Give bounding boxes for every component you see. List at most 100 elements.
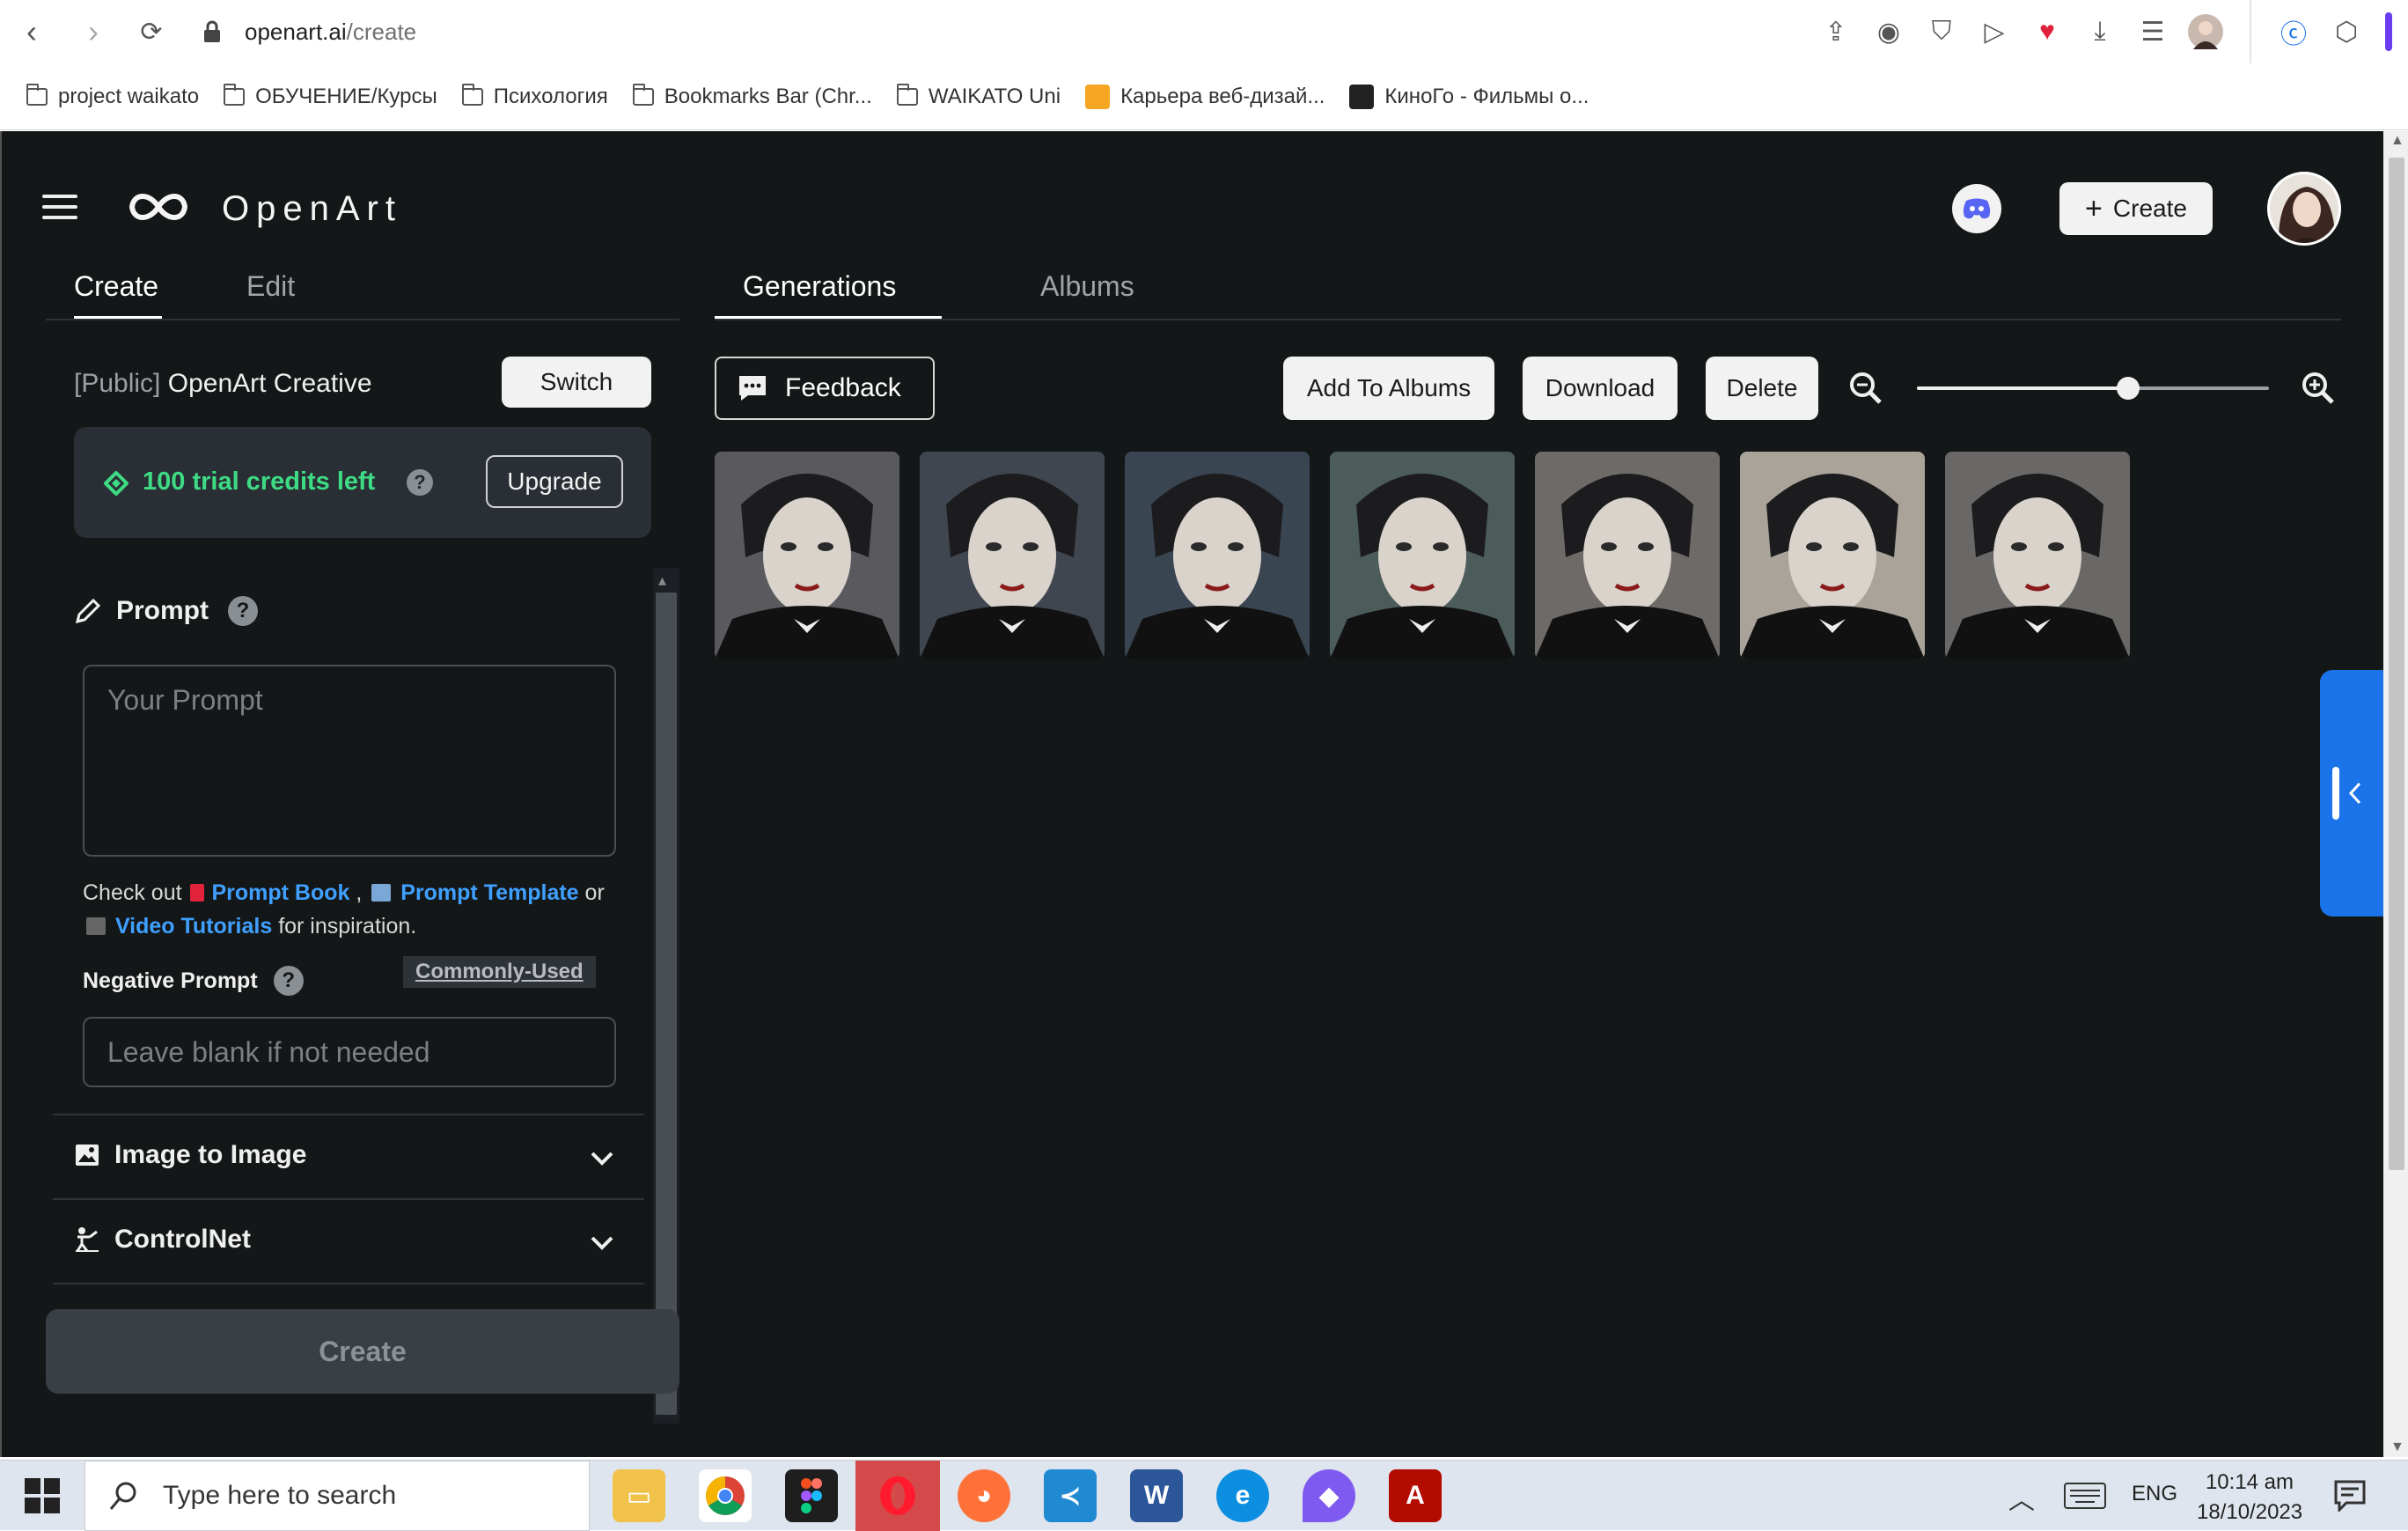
drawer-handle [2332,767,2339,820]
folder-icon [632,84,654,106]
profile-avatar[interactable] [2186,12,2225,51]
language-indicator[interactable]: ENG [2132,1482,2177,1506]
vscode-icon[interactable]: ≺ [1044,1469,1097,1522]
cube-icon[interactable]: ⬡ [2327,12,2366,51]
prompt-help-icon[interactable]: ? [228,596,258,626]
right-drawer-toggle[interactable] [2320,670,2383,916]
tab-edit[interactable]: Edit [246,270,295,303]
address-bar[interactable]: openart.ai/create [202,9,1699,55]
reload-button[interactable]: ⟳ [132,12,171,51]
menu-icon[interactable] [42,195,77,219]
download-button[interactable]: Download [1523,357,1678,420]
discord-button[interactable] [1952,184,2001,233]
upgrade-button[interactable]: Upgrade [486,455,623,508]
file-explorer-icon[interactable]: ▭ [613,1469,665,1522]
chevron-down-icon[interactable] [590,1235,614,1251]
notifications-icon[interactable] [2334,1480,2366,1512]
divider [46,319,679,320]
windows-start-icon[interactable] [25,1478,60,1513]
video-tutorials-link[interactable]: Video Tutorials [115,914,272,938]
zoom-out-icon[interactable] [1848,371,1883,406]
generated-image-thumbnail[interactable] [1330,452,1515,659]
chrome-icon[interactable] [699,1469,752,1522]
edge-icon[interactable]: e [1216,1469,1269,1522]
prompt-input[interactable]: Your Prompt [83,665,616,857]
bookmark-item[interactable]: Карьера веб-дизай... [1085,85,1325,109]
negative-prompt-input[interactable]: Leave blank if not needed [83,1017,616,1087]
word-icon[interactable]: W [1130,1469,1183,1522]
add-to-albums-button[interactable]: Add To Albums [1283,357,1494,420]
tab-generations[interactable]: Generations [743,270,896,303]
acrobat-icon[interactable]: A [1389,1469,1442,1522]
bookmark-item[interactable]: project waikato [26,84,199,109]
divider [2250,0,2251,63]
generated-image-thumbnail[interactable] [920,452,1105,659]
c-extension-icon[interactable]: ⓒ [2274,12,2313,51]
generated-image-thumbnail[interactable] [1945,452,2130,659]
generations-gallery [715,452,2130,663]
feedback-button[interactable]: Feedback [715,357,935,420]
download-icon[interactable]: ⤓ [2081,12,2119,51]
settings-scrollbar[interactable]: ▴ [653,568,679,1424]
generate-create-button[interactable]: Create [46,1309,679,1394]
sidebar-toggle[interactable] [2385,12,2392,51]
share-icon[interactable]: ⇪ [1817,12,1855,51]
tab-create[interactable]: Create [74,270,158,303]
user-avatar[interactable] [2267,172,2341,246]
scrollbar-thumb[interactable] [656,593,677,1415]
scroll-down-icon[interactable]: ▼ [2390,1439,2404,1455]
taskbar-search-box[interactable]: Type here to search [84,1461,590,1531]
forward-button[interactable]: › [74,12,113,51]
scroll-up-icon[interactable]: ▴ [658,571,666,590]
back-button[interactable]: ‹ [12,12,51,51]
keyboard-icon[interactable] [2063,1482,2107,1510]
color-picker-icon[interactable]: ◆ [1303,1469,1355,1522]
camera-icon[interactable]: ◉ [1869,12,1908,51]
sliders-icon[interactable]: ☰ [2133,12,2172,51]
bookmark-item[interactable]: ОБУЧЕНИЕ/Курсы [224,84,437,109]
bookmark-label: Карьера веб-дизай... [1120,85,1325,108]
bookmark-item[interactable]: Bookmarks Bar (Chr... [632,84,872,109]
heart-icon[interactable]: ♥ [2028,12,2067,51]
bookmark-item[interactable]: КиноГо - Фильмы о... [1349,85,1589,109]
zoom-slider[interactable] [1917,377,2269,400]
clapperboard-icon [86,917,106,935]
firefox-icon[interactable]: ◕ [958,1469,1010,1522]
image-to-image-section-header[interactable]: Image to Image [74,1140,306,1170]
commonly-used-button[interactable]: Commonly-Used [403,956,596,988]
generated-image-thumbnail[interactable] [715,452,899,659]
page-scrollbar-thumb[interactable] [2389,158,2404,1170]
prompt-book-link[interactable]: Prompt Book [211,880,349,905]
opera-icon[interactable] [855,1461,940,1531]
chevron-up-icon[interactable]: ︿ [2008,1478,2035,1517]
negative-prompt-placeholder: Leave blank if not needed [107,1036,430,1068]
delete-button[interactable]: Delete [1706,357,1818,420]
generated-image-thumbnail[interactable] [1740,452,1925,659]
divider [53,1198,644,1200]
prompt-help-text: Check out Prompt Book , Prompt Template … [83,880,605,938]
tab-albums[interactable]: Albums [1040,270,1134,303]
negative-prompt-help-icon[interactable]: ? [273,966,304,996]
switch-button[interactable]: Switch [502,357,651,408]
zoom-in-icon[interactable] [2301,371,2336,406]
controlnet-section-header[interactable]: ControlNet [74,1225,251,1255]
zoom-slider-thumb[interactable] [2117,377,2140,400]
prompt-template-link[interactable]: Prompt Template [400,880,578,905]
folder-icon [26,84,48,106]
bookmark-item[interactable]: WAIKATO Uni [896,84,1061,109]
play-icon[interactable]: ▷ [1975,12,2014,51]
scroll-up-icon[interactable]: ▲ [2390,133,2404,149]
credits-help-icon[interactable]: ? [407,469,433,496]
shield-icon[interactable]: ⛉ [1922,12,1961,51]
generated-image-thumbnail[interactable] [1125,452,1310,659]
header-create-button[interactable]: + Create [2059,182,2213,235]
page-scrollbar[interactable]: ▲ ▼ [2383,131,2408,1457]
figma-icon[interactable] [785,1469,838,1522]
generated-image-thumbnail[interactable] [1535,452,1720,659]
bookmark-item[interactable]: Психология [461,84,608,109]
prompt-section-header[interactable]: Prompt ? [74,596,258,626]
pencil-icon [75,598,101,624]
clock[interactable]: 10:14 am 18/10/2023 [2197,1468,2302,1527]
chevron-down-icon[interactable] [590,1151,614,1167]
url-path: /create [346,18,417,45]
